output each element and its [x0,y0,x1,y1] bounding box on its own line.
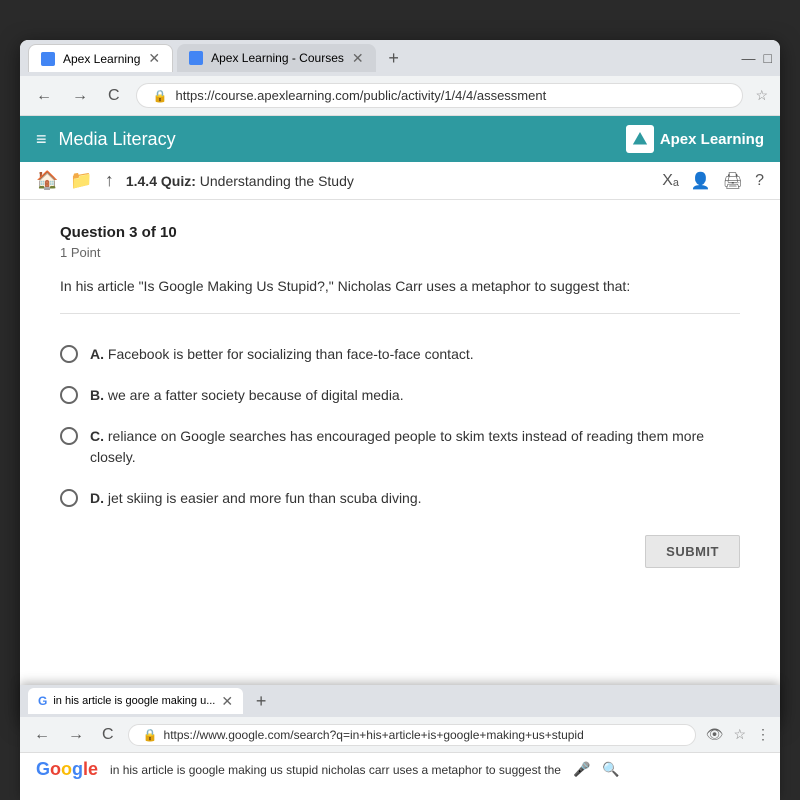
submit-area: SUBMIT [60,535,740,568]
refresh-button-2[interactable]: C [98,722,118,748]
quiz-nav-left: 🏠 📁 ↑ 1.4.4 Quiz: Understanding the Stud… [36,170,354,191]
quiz-back-icon[interactable]: ↑ [105,170,114,191]
answer-text-c: reliance on Google searches has encourag… [90,428,704,465]
apex-logo-image [626,125,654,153]
tab-label-1: Apex Learning [63,52,140,66]
radio-b[interactable] [60,386,78,404]
address-bar: ← → C 🔒 https://course.apexlearning.com/… [20,76,780,116]
folder-icon[interactable]: 📁 [70,170,92,191]
tab-close-2[interactable]: ✕ [352,50,364,67]
tab-bar: Apex Learning ✕ Apex Learning - Courses … [20,40,780,76]
answer-text-b: we are a fatter society because of digit… [108,387,404,403]
google-tab-close[interactable]: ✕ [221,693,233,710]
forward-button-2[interactable]: → [64,722,88,748]
answer-option-c[interactable]: C. reliance on Google searches has encou… [60,416,740,478]
google-tab-icon: G [38,694,47,708]
answer-letter-a: A. [90,346,104,362]
google-browser: G in his article is google making u... ✕… [20,685,780,800]
quiz-title: 1.4.4 Quiz: Understanding the Study [126,173,354,189]
back-button[interactable]: ← [32,83,56,109]
bookmark-icon[interactable]: ☆ [755,87,768,104]
tab-close-1[interactable]: ✕ [148,50,160,67]
back-button-2[interactable]: ← [30,722,54,748]
answer-letter-c: C. [90,428,104,444]
minimize-button[interactable]: — [742,50,756,66]
tab-icon-1 [41,52,55,66]
address-bar-2: ← → C 🔒 https://www.google.com/search?q=… [20,717,780,753]
answer-letter-d: D. [90,490,104,506]
quiz-id-bold: 1.4.4 Quiz: [126,173,196,189]
content-area: Question 3 of 10 1 Point In his article … [20,200,780,720]
answer-text-a: Facebook is better for socializing than … [108,346,474,362]
apex-logo-text: Apex Learning [660,131,764,148]
menu-dots[interactable]: ⋮ [756,726,770,743]
microphone-icon[interactable]: 🎤 [573,761,590,778]
tab-bar-2: G in his article is google making u... ✕… [20,685,780,717]
tab-apex-courses[interactable]: Apex Learning - Courses ✕ [177,44,375,72]
answer-option-a[interactable]: A. Facebook is better for socializing th… [60,334,740,375]
submit-button[interactable]: SUBMIT [645,535,740,568]
maximize-button[interactable]: □ [764,50,772,66]
radio-a[interactable] [60,345,78,363]
answer-label-d: D. jet skiing is easier and more fun tha… [90,488,422,509]
question-header: Question 3 of 10 [60,224,740,241]
main-browser: Apex Learning ✕ Apex Learning - Courses … [20,40,780,720]
tab-icon-2 [189,51,203,65]
answer-label-b: B. we are a fatter society because of di… [90,385,404,406]
window-controls: — □ [742,50,772,66]
answer-option-b[interactable]: B. we are a fatter society because of di… [60,375,740,416]
lock-icon: 🔒 [153,89,168,103]
google-search-text: in his article is google making us stupi… [110,763,561,777]
apex-header: ≡ Media Literacy Apex Learning [20,116,780,162]
apex-logo: Apex Learning [626,125,764,153]
question-points: 1 Point [60,245,740,260]
tab-apex-learning[interactable]: Apex Learning ✕ [28,44,173,72]
person-icon[interactable]: 👤 [691,171,711,191]
radio-c[interactable] [60,427,78,445]
print-icon[interactable]: 🖨 [723,171,743,191]
url-field[interactable]: 🔒 https://course.apexlearning.com/public… [136,83,744,108]
answer-option-d[interactable]: D. jet skiing is easier and more fun tha… [60,478,740,519]
header-title: Media Literacy [59,129,176,150]
radio-d[interactable] [60,489,78,507]
lock-icon-2: 🔒 [143,728,158,742]
new-tab-button[interactable]: + [380,44,408,72]
google-url-field[interactable]: 🔒 https://www.google.com/search?q=in+his… [128,724,696,746]
hamburger-menu[interactable]: ≡ [36,129,47,150]
answer-letter-b: B. [90,387,104,403]
google-tab-label: in his article is google making u... [53,695,215,707]
url-text: https://course.apexlearning.com/public/a… [176,88,547,103]
answer-text-d: jet skiing is easier and more fun than s… [108,490,422,506]
search-icon[interactable]: 🔍 [602,761,619,778]
home-icon[interactable]: 🏠 [36,170,58,191]
quiz-nav-bar: 🏠 📁 ↑ 1.4.4 Quiz: Understanding the Stud… [20,162,780,200]
tab-label-2: Apex Learning - Courses [211,51,344,65]
google-url-text: https://www.google.com/search?q=in+his+a… [164,728,584,742]
refresh-button[interactable]: C [104,83,124,109]
google-search-bar: Google in his article is google making u… [20,753,780,786]
answer-label-a: A. Facebook is better for socializing th… [90,344,474,365]
eye-icon: 👁 [706,726,724,743]
answer-label-c: C. reliance on Google searches has encou… [90,426,740,468]
forward-button[interactable]: → [68,83,92,109]
quiz-nav-right: Xₐ 👤 🖨 ? [662,171,764,191]
translate-icon[interactable]: Xₐ [662,172,679,190]
google-tab[interactable]: G in his article is google making u... ✕ [28,688,243,714]
header-left: ≡ Media Literacy [36,129,176,150]
new-tab-button-2[interactable]: + [247,687,275,715]
help-icon[interactable]: ? [755,172,764,190]
star-icon-2[interactable]: ☆ [733,726,746,743]
google-logo: Google [36,759,98,780]
question-text: In his article "Is Google Making Us Stup… [60,276,740,314]
